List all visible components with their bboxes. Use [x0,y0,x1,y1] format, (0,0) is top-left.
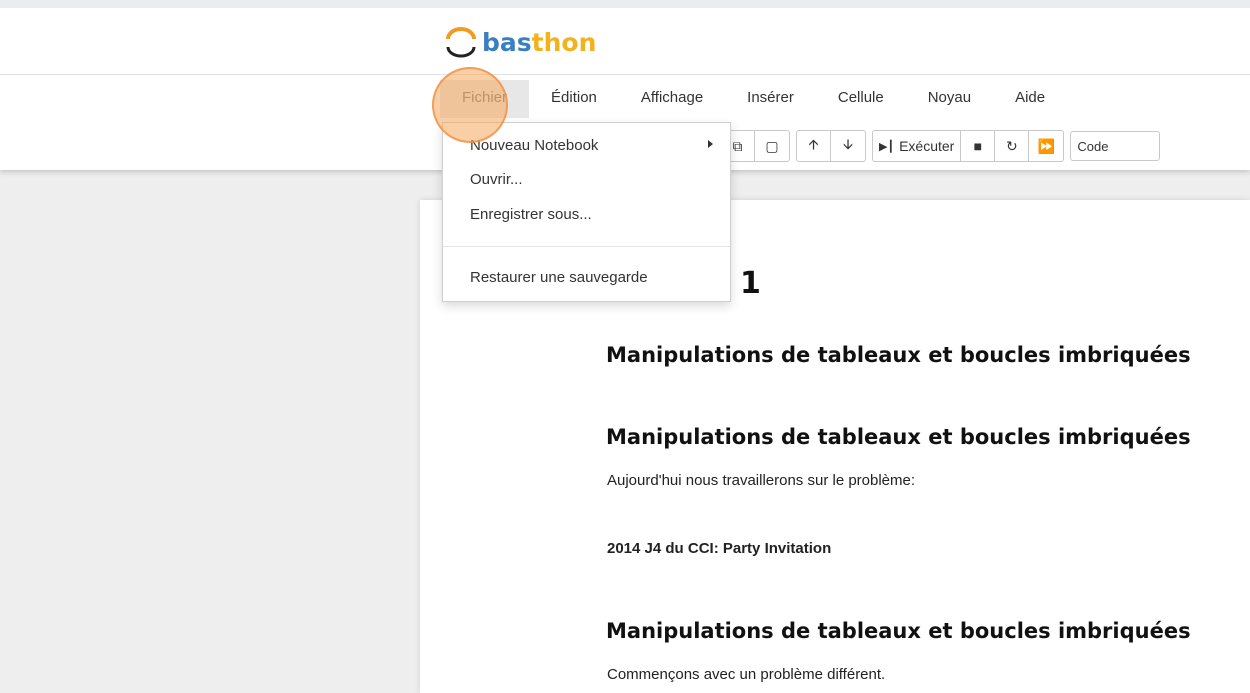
menu-item-nouveau-notebook[interactable]: Nouveau Notebook [470,137,598,154]
submenu-arrow-icon [708,140,713,148]
restart-icon: ↻ [1005,137,1018,154]
browser-strip [0,0,1250,8]
menu-item-ouvrir[interactable]: Ouvrir... [470,171,523,188]
section-heading-1: Manipulations de tableaux et boucles imb… [606,343,1191,367]
menu-inserer[interactable]: Insérer [725,80,816,118]
menu-bar: Fichier Édition Affichage Insérer Cellul… [440,80,1067,118]
section-heading-3: Manipulations de tableaux et boucles imb… [606,619,1191,643]
run-all-button[interactable]: ⏩ [1029,131,1063,161]
menu-affichage[interactable]: Affichage [619,80,725,118]
menu-aide[interactable]: Aide [993,80,1067,118]
stop-icon: ■ [973,138,983,154]
menu-noyau[interactable]: Noyau [906,80,993,118]
move-down-button[interactable]: 🡫 [831,131,865,161]
stop-button[interactable]: ■ [961,131,996,161]
toolbar-group-run: ▶┃ Exécuter ■ ↻ ⏩ [872,130,1065,162]
menu-edition[interactable]: Édition [529,80,619,118]
problem-title: 2014 J4 du CCI: Party Invitation [607,540,832,557]
restart-button[interactable]: ↻ [995,131,1030,161]
arrow-down-icon: 🡫 [842,136,854,152]
paste-icon: ▢ [765,137,779,154]
logo-text-part1: bas [482,27,532,57]
arrow-up-icon: 🡩 [808,136,819,152]
menu-divider [443,246,730,247]
notebook-title-partial: 1 [740,266,761,301]
toolbar: ⧉ ▢ 🡩 🡫 ▶┃ Exécuter ■ ↻ ⏩ Code [720,130,1161,162]
footer-text: Commençons avec un problème différent. [607,666,886,683]
menu-item-enregistrer-sous[interactable]: Enregistrer sous... [470,206,592,223]
paste-button[interactable]: ▢ [755,131,789,161]
fichier-dropdown-menu: Nouveau Notebook Ouvrir... Enregistrer s… [442,122,731,302]
header-divider [0,74,1250,75]
menu-item-restaurer-sauvegarde[interactable]: Restaurer une sauvegarde [470,269,648,286]
basthon-logo[interactable]: basthon [444,22,596,62]
copy-icon: ⧉ [732,137,743,154]
logo-text-part2: thon [531,27,597,57]
basthon-logo-icon [446,27,476,58]
toolbar-group-move: 🡩 🡫 [796,130,866,162]
cell-type-select[interactable]: Code [1070,131,1161,161]
run-button[interactable]: ▶┃ Exécuter [873,131,962,161]
move-up-button[interactable]: 🡩 [797,131,831,161]
run-label: Exécuter [899,138,955,154]
intro-text: Aujourd'hui nous travaillerons sur le pr… [607,472,916,489]
logo-text: basthon [482,28,596,57]
section-heading-2: Manipulations de tableaux et boucles imb… [606,425,1191,449]
menu-cellule[interactable]: Cellule [816,80,906,118]
step-forward-icon: ▶┃ [879,140,895,153]
click-indicator [432,67,508,143]
fast-forward-icon: ⏩ [1037,137,1056,154]
